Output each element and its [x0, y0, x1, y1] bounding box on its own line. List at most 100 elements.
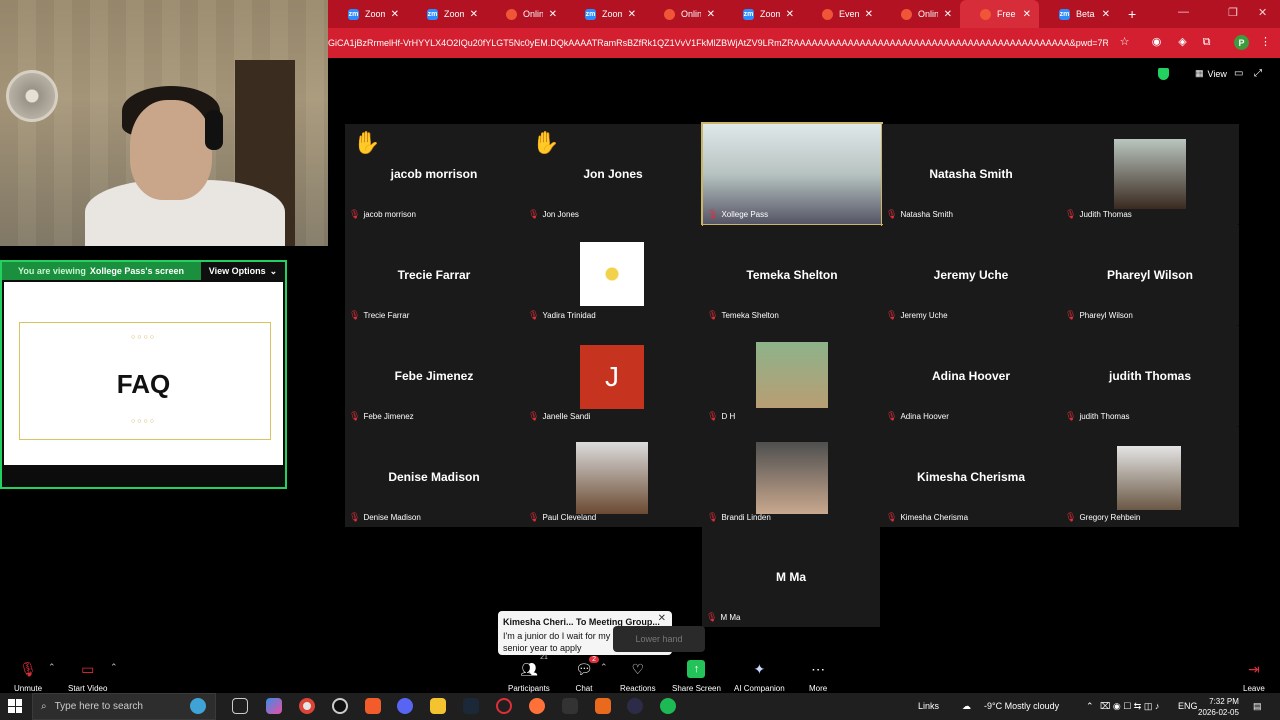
- extension-icon[interactable]: ◈: [1176, 36, 1189, 49]
- muted-mic-icon: 🎙︎: [349, 209, 361, 219]
- chrome-icon[interactable]: [299, 698, 315, 714]
- view-button[interactable]: ▦ View: [1195, 68, 1227, 79]
- participant-tile[interactable]: 🎙︎ Paul Cleveland: [524, 427, 702, 527]
- participant-tile[interactable]: ✋ jacob morrison 🎙︎ jacob morrison: [345, 124, 523, 224]
- globe-icon[interactable]: [190, 698, 206, 714]
- chevron-up-icon[interactable]: ⌃: [1086, 701, 1094, 712]
- browser-tab[interactable]: zm Zoom ✕: [723, 0, 802, 28]
- start-video-button[interactable]: ▭ Start Video: [68, 660, 107, 694]
- participant-tile[interactable]: M Ma 🎙︎ M Ma: [702, 527, 880, 627]
- view-options-button[interactable]: View Options ⌄: [201, 262, 285, 280]
- close-icon[interactable]: ✕: [628, 9, 636, 20]
- weather-icon[interactable]: ☁: [962, 701, 971, 712]
- discord-icon[interactable]: [397, 698, 413, 714]
- folder-icon[interactable]: [430, 698, 446, 714]
- participant-tile[interactable]: Adina Hoover 🎙︎ Adina Hoover: [882, 326, 1060, 426]
- leave-button[interactable]: ⇥ Leave: [1243, 660, 1265, 694]
- firefox-icon[interactable]: [529, 698, 545, 714]
- clock[interactable]: 7:32 PM 2026-02-05: [1198, 696, 1239, 718]
- fullscreen-icon[interactable]: ▭: [1234, 68, 1243, 79]
- weather-text[interactable]: -9°C Mostly cloudy: [984, 701, 1059, 711]
- task-view-icon[interactable]: [232, 698, 248, 714]
- browser-tab[interactable]: zm Beta test ✕: [1039, 0, 1118, 28]
- chevron-up-icon[interactable]: ⌃: [600, 662, 608, 673]
- browser-tab[interactable]: Free ✕: [960, 0, 1039, 28]
- participant-name: Kimesha Cherisma: [916, 470, 1026, 484]
- close-window-icon[interactable]: ✕: [1258, 6, 1267, 19]
- close-icon[interactable]: ✕: [707, 9, 715, 20]
- close-icon[interactable]: ✕: [549, 9, 557, 20]
- copilot-icon[interactable]: [266, 698, 282, 714]
- new-tab-button[interactable]: +: [1128, 6, 1136, 22]
- close-icon[interactable]: ✕: [786, 9, 794, 20]
- profile-avatar[interactable]: P: [1234, 35, 1249, 50]
- taskbar-search[interactable]: ⌕ Type here to search: [32, 693, 216, 720]
- participant-tile[interactable]: J 🎙︎ Janelle Sandi: [524, 326, 702, 426]
- spotify-icon[interactable]: [660, 698, 676, 714]
- lower-hand-button[interactable]: Lower hand: [613, 626, 705, 652]
- tray-icons[interactable]: ⌧ ◉ ☐ ⇆ ◫ ♪: [1100, 701, 1159, 712]
- chevron-up-icon[interactable]: ⌃: [48, 662, 56, 673]
- close-icon[interactable]: ✕: [1102, 9, 1110, 20]
- language-indicator[interactable]: ENG: [1178, 701, 1198, 711]
- participant-tile[interactable]: judith Thomas 🎙︎ judith Thomas: [1061, 326, 1239, 426]
- unmute-button[interactable]: 🎙︎ Unmute: [14, 660, 42, 694]
- windows-start-icon[interactable]: [8, 699, 22, 713]
- menu-icon[interactable]: ⋮: [1259, 36, 1272, 49]
- participant-tile[interactable]: Febe Jimenez 🎙︎ Febe Jimenez: [345, 326, 523, 426]
- url-text[interactable]: GiCA1jBzRrmelHf-VrHYYLX4O2IQu20fYLGT5Nc0…: [328, 38, 1108, 48]
- participant-tile[interactable]: 🎙︎ D H: [703, 326, 881, 426]
- notifications-icon[interactable]: ▤: [1253, 701, 1262, 712]
- close-icon[interactable]: ✕: [944, 9, 952, 20]
- close-icon[interactable]: ✕: [470, 9, 478, 20]
- links-toolbar[interactable]: Links: [918, 701, 939, 711]
- participant-tile[interactable]: Kimesha Cherisma 🎙︎ Kimesha Cherisma: [882, 427, 1060, 527]
- participant-tile[interactable]: 🎙︎ Brandi Linden: [703, 427, 881, 527]
- participant-tile[interactable]: Temeka Shelton 🎙︎ Temeka Shelton: [703, 225, 881, 325]
- opera-icon[interactable]: [496, 698, 512, 714]
- participant-tile[interactable]: 🎙︎ Gregory Rehbein: [1061, 427, 1239, 527]
- ai-companion-button[interactable]: ✦ AI Companion: [734, 660, 785, 694]
- chat-button[interactable]: 💬︎ 2 Chat: [575, 656, 599, 693]
- brave-icon[interactable]: [365, 698, 381, 714]
- browser-tab[interactable]: Online E ✕: [644, 0, 723, 28]
- participant-tile[interactable]: 🎙︎ Judith Thomas: [1061, 124, 1239, 224]
- more-button[interactable]: ⋯ More: [809, 660, 827, 694]
- participant-tile[interactable]: Jeremy Uche 🎙︎ Jeremy Uche: [882, 225, 1060, 325]
- address-bar[interactable]: GiCA1jBzRrmelHf-VrHYYLX4O2IQu20fYLGT5Nc0…: [328, 28, 1280, 58]
- browser-tab[interactable]: Online E ✕: [486, 0, 565, 28]
- chevron-up-icon[interactable]: ⌃: [110, 662, 118, 673]
- browser-tab[interactable]: Online E ✕: [881, 0, 960, 28]
- close-icon[interactable]: ✕: [391, 9, 399, 20]
- expand-icon[interactable]: ⤢: [1254, 68, 1262, 79]
- participants-button[interactable]: 👥︎ 21 Participants: [508, 654, 550, 693]
- vlc-icon[interactable]: [595, 698, 611, 714]
- media-player-icon[interactable]: [562, 698, 578, 714]
- participant-tile[interactable]: 🎙︎ Xollege Pass: [701, 122, 883, 226]
- close-icon[interactable]: ✕: [1023, 9, 1031, 20]
- close-icon[interactable]: ✕: [865, 9, 873, 20]
- participant-tile[interactable]: ✋ Jon Jones 🎙︎ Jon Jones: [524, 124, 702, 224]
- obs-icon[interactable]: [332, 698, 348, 714]
- participant-label-text: Janelle Sandi: [542, 412, 591, 421]
- participant-tile[interactable]: 🎙︎ Yadira Trinidad: [524, 225, 702, 325]
- steam-icon[interactable]: [463, 698, 479, 714]
- browser-tab[interactable]: Eventbri ✕: [802, 0, 881, 28]
- browser-tab[interactable]: zm Zoom ✕: [565, 0, 644, 28]
- close-icon[interactable]: ✕: [658, 613, 666, 624]
- participant-tile[interactable]: Natasha Smith 🎙︎ Natasha Smith: [882, 124, 1060, 224]
- reactions-button[interactable]: ♡ Reactions: [620, 660, 656, 694]
- participant-tile[interactable]: Phareyl Wilson 🎙︎ Phareyl Wilson: [1061, 225, 1239, 325]
- browser-tab[interactable]: zm Zoom ✕: [407, 0, 486, 28]
- puzzle-icon[interactable]: ⧉: [1200, 36, 1213, 49]
- browser-tab[interactable]: zm Zoom ✕: [328, 0, 407, 28]
- participant-tile[interactable]: Denise Madison 🎙︎ Denise Madison: [345, 427, 523, 527]
- extension-icon[interactable]: ◉: [1150, 36, 1163, 49]
- maximize-icon[interactable]: ❐: [1228, 6, 1238, 19]
- star-icon[interactable]: ☆: [1118, 36, 1131, 49]
- participant-label-text: Denise Madison: [363, 513, 421, 522]
- participant-tile[interactable]: Trecie Farrar 🎙︎ Trecie Farrar: [345, 225, 523, 325]
- minimize-icon[interactable]: —: [1178, 6, 1189, 18]
- app-icon[interactable]: [627, 698, 643, 714]
- share-screen-button[interactable]: ↑ Share Screen: [672, 660, 721, 693]
